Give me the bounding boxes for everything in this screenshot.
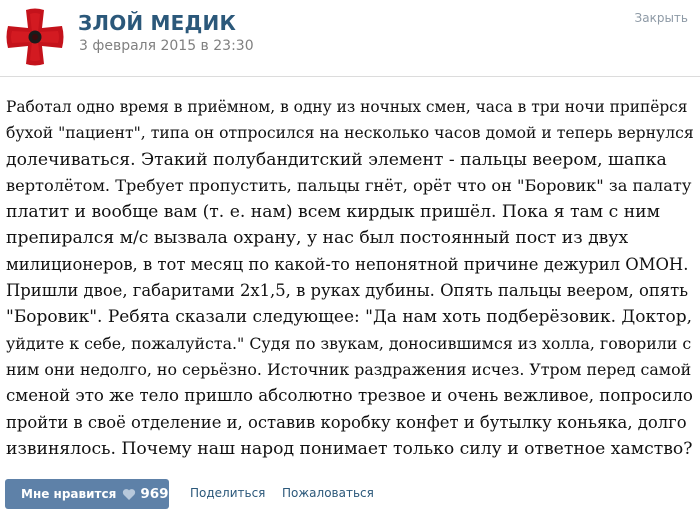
author-name[interactable]: ЗЛОЙ МЕДИК [78,11,236,35]
close-button[interactable]: Закрыть [635,11,688,25]
like-button[interactable]: Мне нравится 969 [5,479,169,509]
post-line: бухой "пациент", типа он отпросился на н… [6,124,694,143]
post-line: извинялось. Почему наш народ понимает то… [6,438,693,459]
like-count: 969 [140,486,169,502]
post-line: Работал одно время в приёмном, в одну из… [6,98,688,116]
post-line: препирался м/с вызвала охрану, у нас был… [6,228,629,249]
like-label: Мне нравится [21,487,117,501]
post-line: сменой это же тело пришло абсолютно трез… [6,386,693,406]
post-date[interactable]: 3 февраля 2015 в 23:30 [79,38,254,54]
heart-icon [123,488,136,500]
report-link[interactable]: Пожаловаться [282,486,374,500]
post-header: ЗЛОЙ МЕДИК 3 февраля 2015 в 23:30 Закрыт… [0,0,700,76]
header-divider [0,76,700,77]
post-line: уйдите к себе, пожалуйста." Судя по звук… [6,333,692,353]
post-text: Работал одно время в приёмном, в одну из… [6,94,694,462]
post-line: милиционеров, в тот месяц по какой-то не… [6,254,689,274]
post-footer: Мне нравится 969 Поделиться Пожаловаться [0,478,700,512]
avatar[interactable] [4,6,66,68]
post-line: платит и вообще вам (т. е. нам) всем кир… [6,202,660,223]
post-line: ним они недолго, но серьёзно. Источник р… [6,359,692,379]
share-link[interactable]: Поделиться [190,486,265,500]
post-line: долечиваться. Этакий полубандитский элем… [6,149,667,170]
post-line: "Боровик". Ребята сказали следующее: "Да… [6,307,693,328]
post-line: Пришли двое, габаритами 2х1,5, в руках д… [6,281,689,301]
post-line: пройти в своё отделение и, оставив короб… [6,412,687,432]
post-line: вертолётом. Требует пропустить, пальцы г… [6,175,692,195]
